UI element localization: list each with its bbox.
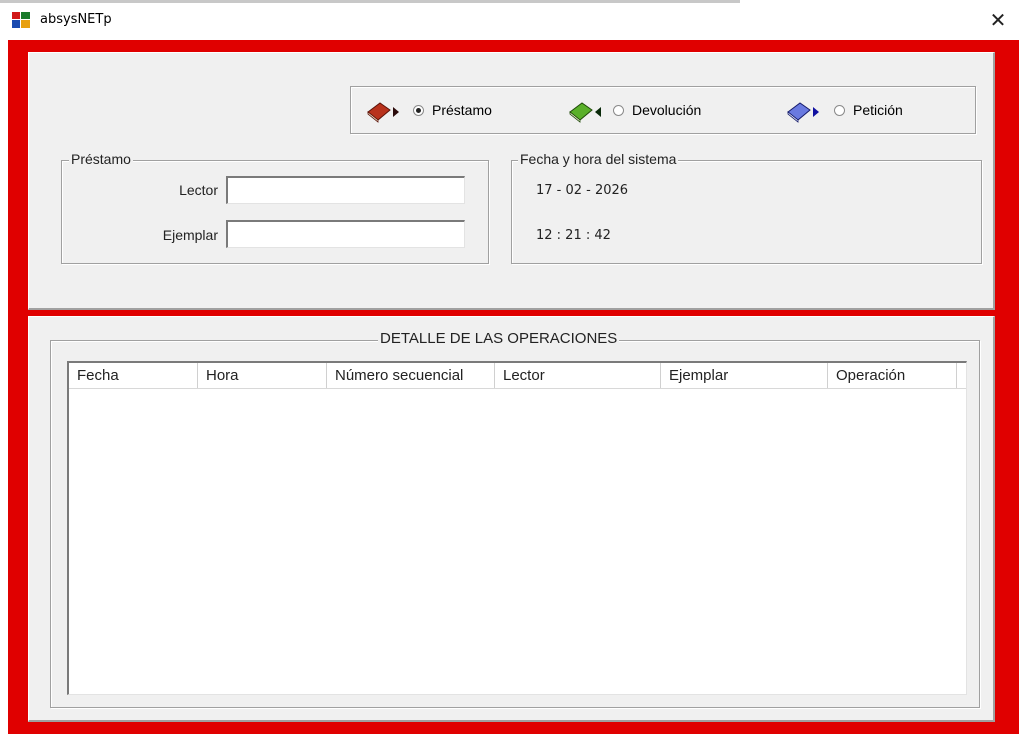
lector-label: Lector — [179, 182, 218, 198]
lector-input[interactable] — [226, 176, 465, 204]
operations-detail-legend: DETALLE DE LAS OPERACIONES — [378, 330, 620, 347]
ejemplar-input[interactable] — [226, 220, 465, 248]
system-date: 17 - 02 - 2026 — [536, 183, 629, 198]
column-header-hora[interactable]: Hora — [198, 363, 327, 388]
window-title: absysNETp — [40, 12, 112, 27]
option-devolucion[interactable]: Devolución — [613, 101, 701, 119]
operations-table[interactable]: Fecha Hora Número secuencial Lector Ejem… — [67, 361, 967, 695]
radio-prestamo[interactable] — [413, 104, 424, 116]
close-icon: ✕ — [989, 8, 1007, 32]
column-header-fecha[interactable]: Fecha — [69, 363, 198, 388]
column-header-ejemplar[interactable]: Ejemplar — [661, 363, 828, 388]
app-logo-icon — [12, 12, 30, 28]
option-peticion[interactable]: Petición — [834, 101, 903, 119]
option-devolucion-label: Devolución — [632, 102, 702, 118]
system-time: 12 : 21 : 42 — [536, 228, 611, 243]
prestamo-group-legend: Préstamo — [69, 151, 133, 167]
option-prestamo-label: Préstamo — [432, 102, 492, 118]
system-datetime-group — [511, 160, 982, 264]
ejemplar-label: Ejemplar — [162, 227, 218, 243]
title-bar: absysNETp ✕ — [0, 0, 1019, 40]
book-red-arrow-icon — [367, 102, 399, 123]
table-header: Fecha Hora Número secuencial Lector Ejem… — [69, 363, 966, 389]
system-datetime-legend: Fecha y hora del sistema — [518, 151, 679, 167]
title-bar-strip — [0, 0, 740, 3]
book-blue-arrow-icon — [787, 102, 819, 123]
column-header-numero-secuencial[interactable]: Número secuencial — [327, 363, 495, 388]
column-header-operacion[interactable]: Operación — [828, 363, 957, 388]
radio-peticion[interactable] — [834, 104, 845, 116]
column-header-lector[interactable]: Lector — [495, 363, 661, 388]
option-peticion-label: Petición — [853, 102, 903, 118]
close-button[interactable]: ✕ — [984, 7, 1012, 33]
option-prestamo[interactable]: Préstamo — [413, 101, 492, 119]
radio-devolucion[interactable] — [613, 104, 624, 116]
book-green-arrow-icon — [569, 102, 601, 123]
